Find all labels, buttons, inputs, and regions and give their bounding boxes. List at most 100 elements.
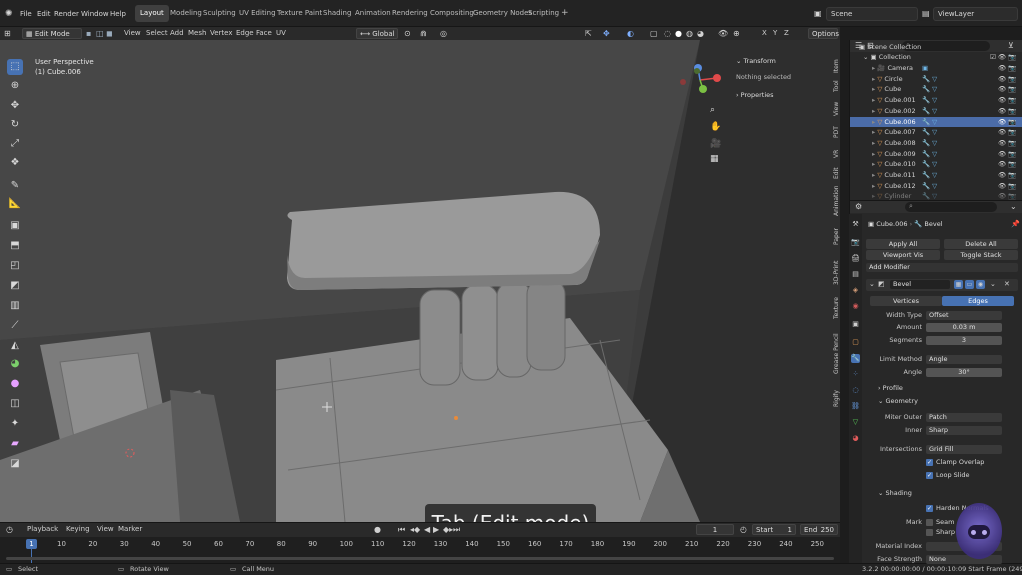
- xray-icon[interactable]: ▢: [650, 28, 658, 39]
- timeline-editor-icon[interactable]: ◷: [6, 524, 13, 535]
- collection-tab-icon[interactable]: ▣: [851, 320, 860, 329]
- visibility-toggles-icon[interactable]: 👁 📷: [998, 74, 1016, 84]
- physics-tab-icon[interactable]: ◌: [851, 386, 860, 395]
- menu-select[interactable]: Select: [146, 28, 168, 39]
- menu-playback[interactable]: Playback: [27, 524, 58, 535]
- select-box-tool-icon[interactable]: ⬚: [7, 59, 23, 75]
- zoom-icon[interactable]: ⌕: [710, 105, 715, 115]
- properties-options-icon[interactable]: ⌄: [1010, 202, 1017, 211]
- mode-dropdown[interactable]: ▦ Edit Mode: [22, 28, 82, 39]
- constraints-tab-icon[interactable]: ⛓: [851, 402, 860, 411]
- apply-all-button[interactable]: Apply All: [866, 239, 940, 249]
- visibility-toggles-icon[interactable]: 👁 📷: [998, 63, 1016, 73]
- delete-all-button[interactable]: Delete All: [944, 239, 1018, 249]
- knife-tool-icon[interactable]: ⟋: [7, 318, 23, 334]
- blender-logo-icon[interactable]: ✺: [5, 8, 13, 20]
- outliner-row[interactable]: ▸ 🎥 Camera ▣ 👁 📷: [850, 63, 1022, 73]
- next-key-icon[interactable]: ◆▸: [443, 524, 453, 535]
- profile-panel-header[interactable]: › Profile: [878, 384, 903, 392]
- visibility-toggles-icon[interactable]: 👁 📷: [998, 181, 1016, 191]
- modifier-menu-icon[interactable]: ⌄: [990, 280, 996, 288]
- overlay-select-icon[interactable]: ⇱: [585, 28, 592, 39]
- timeline-area[interactable]: 1 10 20 30 40 50 60 70 80 90 100 110 120 130 140 150 16…: [0, 537, 840, 563]
- select-mode-vertex-icon[interactable]: ▪: [86, 28, 91, 39]
- prev-key-icon[interactable]: ◂◆: [410, 524, 420, 535]
- face-strength-dropdown[interactable]: None: [926, 555, 1002, 564]
- bevel-tool-icon[interactable]: ◩: [7, 278, 23, 294]
- sidebar-tab-view[interactable]: View: [833, 100, 841, 118]
- smooth-tool-icon[interactable]: ●: [7, 376, 23, 392]
- menu-file[interactable]: File: [20, 8, 32, 20]
- properties-panel-header[interactable]: › Properties: [736, 91, 774, 99]
- inner-dropdown[interactable]: Sharp: [926, 426, 1002, 435]
- menu-face[interactable]: Face: [256, 28, 272, 39]
- sidebar-tab-rigify[interactable]: Rigify: [833, 388, 841, 410]
- scene-selector[interactable]: Scene: [826, 7, 918, 21]
- filter-icon[interactable]: ⊕: [733, 28, 740, 39]
- mark-sharp-checkbox[interactable]: [926, 529, 933, 536]
- sidebar-tab-tool[interactable]: Tool: [833, 78, 841, 94]
- menu-timeline-view[interactable]: View: [97, 524, 114, 535]
- edge-slide-tool-icon[interactable]: ◫: [7, 396, 23, 412]
- modifier-name-field[interactable]: Bevel: [890, 280, 950, 289]
- data-tab-icon[interactable]: ▽: [851, 418, 860, 427]
- visibility-toggles-icon[interactable]: 👁 📷: [998, 106, 1016, 116]
- select-mode-edge-icon[interactable]: ◫: [96, 28, 104, 39]
- options-dropdown[interactable]: Options: [808, 28, 839, 39]
- viewport-display-toggle-icon[interactable]: ▭: [965, 280, 974, 289]
- rotate-tool-icon[interactable]: ↻: [7, 117, 23, 133]
- visibility-toggles-icon[interactable]: 👁 📷: [998, 159, 1016, 169]
- properties-search-input[interactable]: ⌕: [905, 202, 997, 212]
- menu-keying[interactable]: Keying: [66, 524, 90, 535]
- outliner-row[interactable]: ▸ ▽ Cube.007 🔧 ▽ 👁 📷: [850, 127, 1022, 137]
- current-frame-field[interactable]: 1: [696, 524, 734, 535]
- editor-type-icon[interactable]: ⊞: [4, 28, 11, 39]
- poly-build-tool-icon[interactable]: ◭: [7, 338, 23, 354]
- loop-cut-tool-icon[interactable]: ▥: [7, 298, 23, 314]
- spin-tool-icon[interactable]: ◕: [7, 356, 23, 372]
- add-modifier-dropdown[interactable]: Add Modifier: [866, 263, 1018, 272]
- axis-y-toggle[interactable]: Y: [773, 28, 777, 39]
- outliner-row[interactable]: ▸ ▽ Cube.002 🔧 ▽ 👁 📷: [850, 106, 1022, 116]
- menu-edge[interactable]: Edge: [236, 28, 254, 39]
- shading-solid-icon[interactable]: ●: [675, 28, 682, 39]
- visibility-toggles-icon[interactable]: 👁 📷: [998, 117, 1016, 127]
- angle-field[interactable]: 30°: [926, 368, 1002, 377]
- properties-editor-icon[interactable]: ⚙: [855, 202, 862, 211]
- axis-z-toggle[interactable]: Z: [784, 28, 789, 39]
- shear-tool-icon[interactable]: ▰: [7, 436, 23, 452]
- gizmo-icon[interactable]: ✥: [603, 28, 610, 39]
- shading-wireframe-icon[interactable]: ◌: [664, 28, 671, 39]
- edit-mode-toggle-icon[interactable]: ▦: [954, 280, 963, 289]
- sidebar-tab-edit[interactable]: Edit: [833, 166, 841, 180]
- outliner-row[interactable]: ▸ ▽ Cube.012 🔧 ▽ 👁 📷: [850, 181, 1022, 191]
- axis-x-toggle[interactable]: X: [762, 28, 767, 39]
- outliner-row[interactable]: ▸ ▽ Cube.009 🔧 ▽ 👁 📷: [850, 149, 1022, 159]
- loop-slide-checkbox[interactable]: ✓: [926, 472, 933, 479]
- mark-seam-checkbox[interactable]: [926, 519, 933, 526]
- extrude-tool-icon[interactable]: ⬒: [7, 238, 23, 254]
- view-layer-tab-icon[interactable]: ▤: [851, 270, 860, 279]
- start-frame-field[interactable]: Start 1: [752, 524, 796, 535]
- object-tab-icon[interactable]: ▢: [851, 338, 860, 347]
- cursor-tool-icon[interactable]: ⊕: [7, 78, 23, 94]
- overlays-icon[interactable]: ◐: [627, 28, 634, 39]
- move-tool-icon[interactable]: ✥: [7, 98, 23, 114]
- toggle-stack-button[interactable]: Toggle Stack: [944, 250, 1018, 260]
- end-frame-field[interactable]: End 250: [800, 524, 838, 535]
- menu-marker[interactable]: Marker: [118, 524, 142, 535]
- play-icon[interactable]: ▶: [433, 524, 439, 535]
- geometry-panel-header[interactable]: ⌄ Geometry: [878, 397, 918, 405]
- camera-view-icon[interactable]: 🎥: [710, 139, 721, 149]
- outliner-row[interactable]: ▸ ▽ Cube.011 🔧 ▽ 👁 📷: [850, 170, 1022, 180]
- menu-edit[interactable]: Edit: [37, 8, 51, 20]
- inset-tool-icon[interactable]: ◰: [7, 258, 23, 274]
- measure-tool-icon[interactable]: 📐: [7, 196, 23, 212]
- shading-material-icon[interactable]: ◍: [686, 28, 693, 39]
- shading-rendered-icon[interactable]: ◕: [697, 28, 704, 39]
- segments-field[interactable]: 3: [926, 336, 1002, 345]
- scale-tool-icon[interactable]: ⤢: [7, 136, 23, 152]
- world-tab-icon[interactable]: ◉: [851, 302, 860, 311]
- transform-orientation-dropdown[interactable]: ⟷ Global: [356, 28, 398, 39]
- 3d-viewport[interactable]: User Perspective (1) Cube.006 ⌕ ✋ 🎥 ▦ Ta…: [0, 40, 840, 522]
